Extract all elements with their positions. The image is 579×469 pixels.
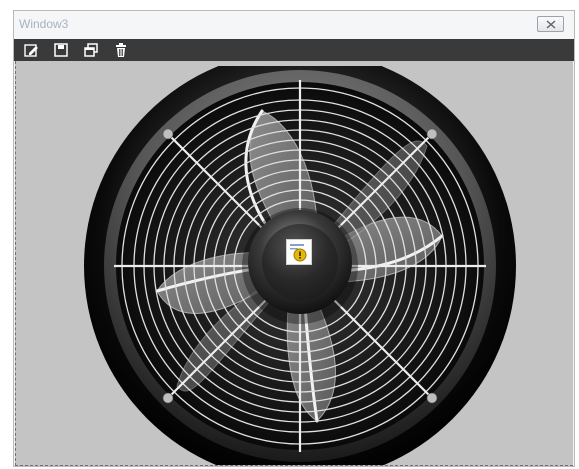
toolbar: [14, 39, 574, 61]
warning-status-icon: [290, 244, 307, 262]
hub-status-button[interactable]: [286, 239, 312, 265]
window-title: Window3: [19, 17, 69, 31]
delete-button[interactable]: [113, 42, 129, 58]
edit-button[interactable]: [23, 42, 39, 58]
window3: Window3: [13, 10, 575, 467]
canvas-area: [15, 61, 573, 466]
trash-icon: [116, 43, 126, 57]
close-icon: [546, 20, 556, 29]
edit-icon: [24, 44, 38, 57]
restore-button[interactable]: [83, 42, 99, 58]
restore-window-icon: [84, 43, 98, 57]
close-button[interactable]: [537, 16, 564, 32]
save-icon: [54, 43, 68, 57]
title-bar[interactable]: Window3: [14, 11, 574, 39]
save-button[interactable]: [53, 42, 69, 58]
